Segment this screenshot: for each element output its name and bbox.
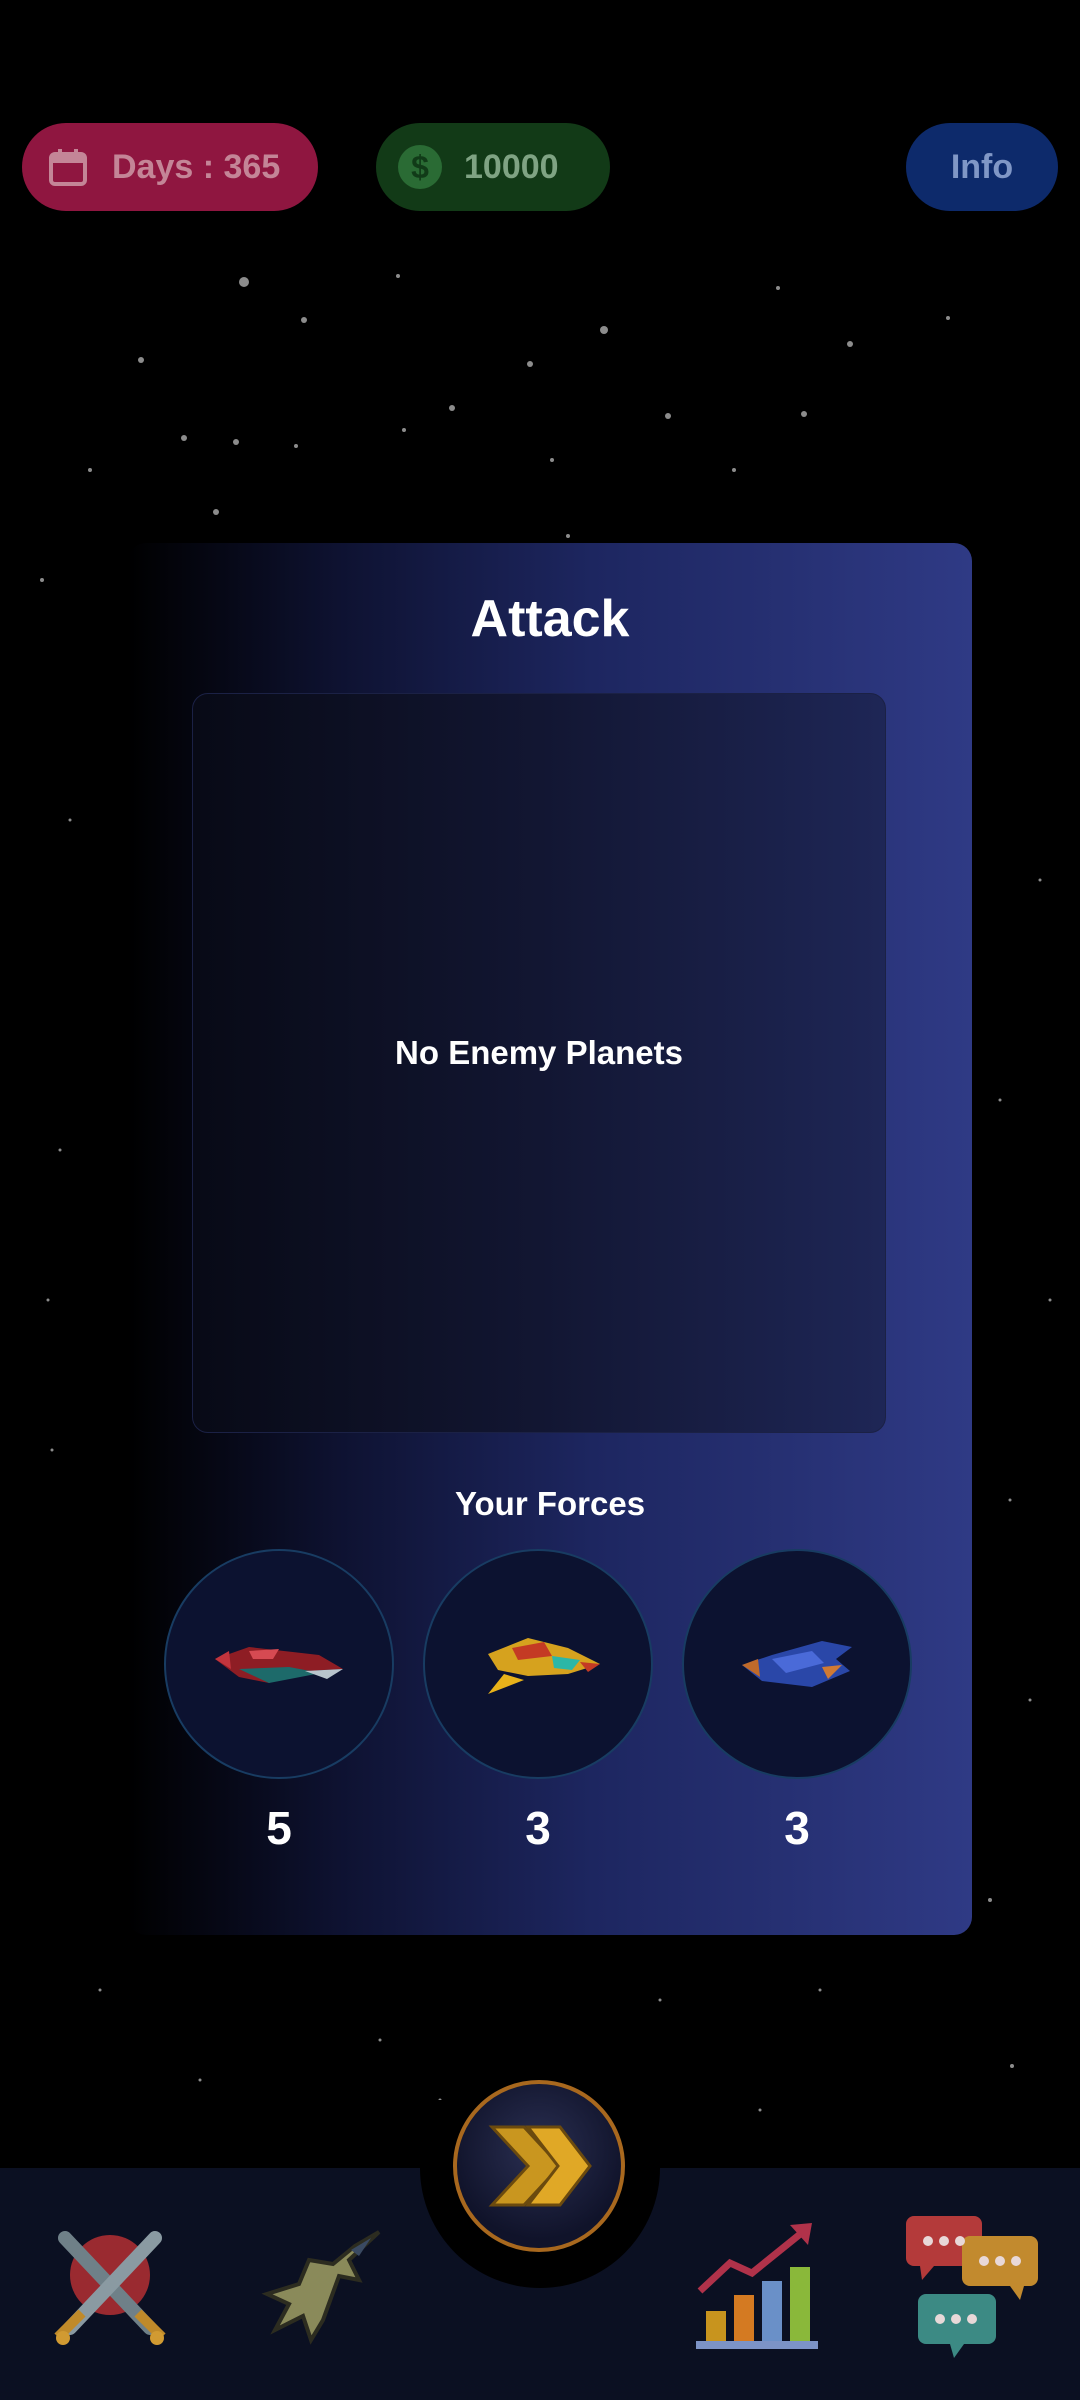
force-unit-2[interactable]: 3 [423,1549,653,1855]
enemy-empty-message: No Enemy Planets [395,1034,683,1071]
calendar-icon [46,145,90,189]
force-unit-3[interactable]: 3 [682,1549,912,1855]
dollar-coin-icon: $ [398,145,442,189]
unit-slot[interactable] [682,1549,912,1779]
days-counter: Days : 365 [22,123,318,211]
yellow-cruiser-ship-icon [488,1638,600,1694]
days-label: Days : 365 [112,147,281,186]
panel-title: Attack [470,590,630,648]
unit-slot[interactable] [423,1549,653,1779]
unit-count: 3 [784,1802,810,1854]
unit-count: 5 [266,1802,292,1854]
fighter-jet-icon[interactable] [254,2210,394,2360]
next-turn-button[interactable] [453,2080,625,2252]
forces-title: Your Forces [454,1485,646,1522]
enemy-planets-list: No Enemy Planets [192,693,886,1433]
attack-panel: Attack No Enemy Planets Your Forces 5 3 … [128,543,972,1935]
next-turn-chevron-icon [488,2125,592,2207]
chat-bubbles-icon[interactable] [900,2210,1040,2360]
money-counter: $ 10000 [376,123,610,211]
red-fighter-ship-icon [215,1647,343,1683]
blue-interceptor-ship-icon [742,1641,852,1687]
crossed-swords-icon[interactable] [40,2210,180,2360]
force-unit-1[interactable]: 5 [164,1549,394,1855]
money-value: 10000 [464,147,559,186]
unit-count: 3 [525,1802,551,1854]
stats-chart-icon[interactable] [686,2210,826,2360]
info-button[interactable]: Info [906,123,1058,211]
unit-slot[interactable] [164,1549,394,1779]
